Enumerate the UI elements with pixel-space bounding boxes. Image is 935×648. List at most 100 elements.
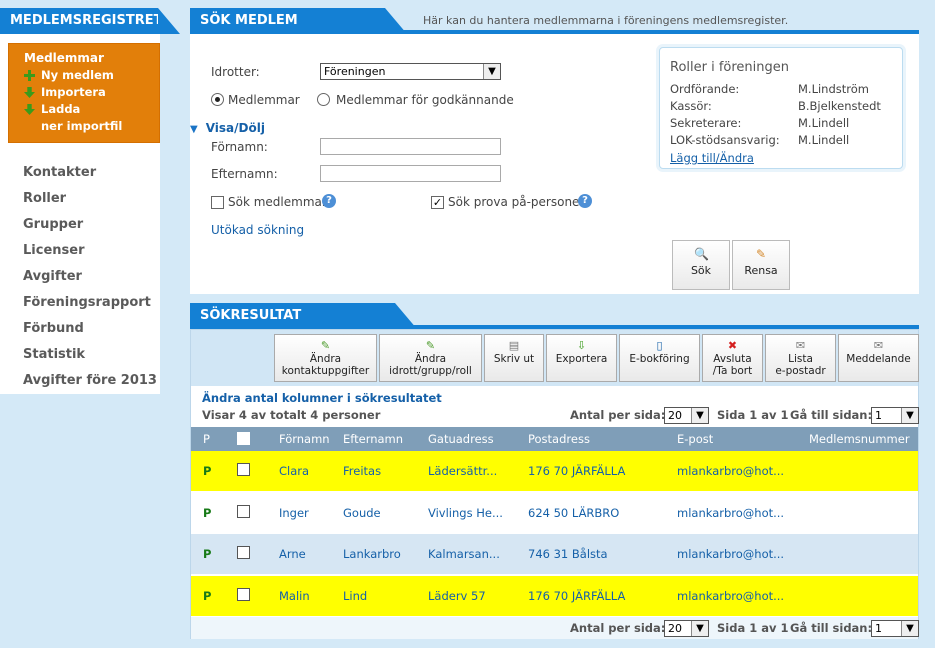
col-firstname[interactable]: Förnamn — [279, 432, 330, 446]
cell-first[interactable]: Inger — [279, 506, 309, 520]
sidebar-item-licenser[interactable]: Licenser — [8, 238, 158, 264]
search-button[interactable]: 🔍 Sök — [672, 240, 730, 290]
eraser-icon: ✎ — [755, 247, 767, 261]
cell-first[interactable]: Arne — [279, 547, 306, 561]
per-page-label: Antal per sida: — [570, 408, 666, 422]
cell-email[interactable]: mlankarbro@hot... — [677, 506, 784, 520]
row-checkbox[interactable] — [237, 463, 250, 476]
row-checkbox[interactable] — [237, 504, 250, 518]
cell-post[interactable]: 176 70 JÄRFÄLLA — [528, 589, 625, 603]
cell-email[interactable]: mlankarbro@hot... — [677, 547, 784, 561]
col-p[interactable]: P — [203, 432, 210, 446]
radio-pending[interactable] — [317, 93, 330, 106]
goto-select[interactable]: 1 ▼ — [871, 407, 919, 424]
cell-post[interactable]: 746 31 Bålsta — [528, 547, 608, 561]
sport-select[interactable]: Föreningen ▼ — [320, 63, 501, 80]
table-row[interactable]: P Arne Lankarbro Kalmarsan... 746 31 Bålsta m… — [191, 534, 918, 574]
cell-street[interactable]: Läderv 57 — [428, 589, 486, 603]
select-all-checkbox[interactable] — [237, 432, 250, 445]
export-button[interactable]: ⇩ Exportera — [546, 334, 617, 382]
radio-members[interactable] — [211, 93, 224, 106]
lastname-input[interactable] — [320, 165, 501, 182]
page-indicator: Sida 1 av 1 — [717, 621, 789, 635]
table-row[interactable]: P Inger Goude Vivlings He... 624 50 LÄRBRO ml… — [191, 492, 918, 533]
edit-contact-button[interactable]: ✎ Ändra kontaktuppgifter — [274, 334, 377, 382]
sidebar-item-statistik[interactable]: Statistik — [8, 342, 158, 368]
clear-button[interactable]: ✎ Rensa — [732, 240, 790, 290]
cell-post[interactable]: 176 70 JÄRFÄLLA — [528, 464, 625, 478]
role-label: Sekreterare: — [670, 116, 742, 130]
lastname-label: Efternamn: — [211, 167, 278, 181]
col-postal[interactable]: Postadress — [528, 432, 590, 446]
sidebar-item-avgifter[interactable]: Avgifter — [8, 264, 158, 290]
sidebar-item-kontakter[interactable]: Kontakter — [8, 160, 158, 186]
cell-last[interactable]: Goude — [343, 506, 381, 520]
col-member-number[interactable]: Medlemsnummer — [809, 432, 910, 446]
e-accounting-button[interactable]: ▯ E-bokföring — [619, 334, 700, 382]
per-page-select-bottom[interactable]: 20 ▼ — [664, 620, 709, 637]
firstname-input[interactable] — [320, 138, 501, 155]
edit-sport-group-role-button[interactable]: ✎ Ändra idrott/grupp/roll — [379, 334, 482, 382]
cell-last[interactable]: Lind — [343, 589, 367, 603]
radio-pending-label: Medlemmar för godkännande — [336, 93, 514, 107]
chevron-down-icon: ▼ — [483, 64, 500, 79]
row-checkbox[interactable] — [237, 546, 250, 559]
cell-last[interactable]: Lankarbro — [343, 547, 401, 561]
role-label: LOK-stödsansvarig: — [670, 133, 780, 147]
sidebar-item-grupper[interactable]: Grupper — [8, 212, 158, 238]
cell-street[interactable]: Kalmarsan... — [428, 547, 500, 561]
import-link[interactable]: Importera — [24, 84, 159, 101]
mail-icon: ✉ — [795, 339, 806, 352]
download-icon — [24, 87, 35, 98]
toggle-show-hide[interactable]: ▼ Visa/Dölj — [190, 121, 265, 135]
search-trial-checkbox[interactable]: ✓ — [431, 196, 444, 209]
help-icon[interactable]: ? — [578, 194, 592, 208]
sport-label: Idrotter: — [211, 65, 260, 79]
per-page-select[interactable]: 20 ▼ — [664, 407, 709, 424]
row-checkbox[interactable] — [237, 587, 250, 601]
sidebar-nav: Kontakter Roller Grupper Licenser Avgift… — [8, 160, 158, 394]
cell-street[interactable]: Vivlings He... — [428, 506, 503, 520]
col-lastname[interactable]: Efternamn — [343, 432, 403, 446]
cell-last[interactable]: Freitas — [343, 464, 381, 478]
sidebar-item-medlemmar[interactable]: Medlemmar — [24, 51, 159, 65]
message-button[interactable]: ✉ Meddelande — [838, 334, 919, 382]
sidebar-item-foreningsrapport[interactable]: Föreningsrapport — [8, 290, 158, 316]
extended-search-link[interactable]: Utökad sökning — [211, 223, 304, 237]
cell-p: P — [203, 505, 212, 520]
page-title: SÖK MEDLEM — [200, 13, 298, 28]
table-row[interactable]: P Clara Freitas Lädersättr... 176 70 JÄRFÄLL… — [191, 451, 918, 491]
end-remove-button[interactable]: ✖ Avsluta/Ta bort — [702, 334, 763, 382]
page-description: Här kan du hantera medlemmarna i förenin… — [423, 14, 789, 27]
firstname-label: Förnamn: — [211, 140, 268, 154]
download-import-file-link-cont[interactable]: ner importfil — [24, 118, 159, 135]
sidebar-item-forbund[interactable]: Förbund — [8, 316, 158, 342]
list-emails-button[interactable]: ✉ Lista e-postadr — [765, 334, 836, 382]
cell-email[interactable]: mlankarbro@hot... — [677, 589, 784, 603]
add-change-roles-link[interactable]: Lägg till/Ändra — [670, 151, 754, 165]
sidebar-item-roller[interactable]: Roller — [8, 186, 158, 212]
cell-first[interactable]: Clara — [279, 464, 309, 478]
col-email[interactable]: E-post — [677, 432, 713, 446]
search-members-checkbox[interactable] — [211, 196, 224, 209]
results-title: SÖKRESULTAT — [200, 308, 302, 323]
role-label: Kassör: — [670, 99, 712, 113]
goto-label: Gå till sidan: — [790, 621, 873, 635]
goto-select-bottom[interactable]: 1 ▼ — [871, 620, 919, 637]
cell-email[interactable]: mlankarbro@hot... — [677, 464, 784, 478]
roles-box: Roller i föreningen Ordförande: M.Lindst… — [659, 47, 903, 169]
delete-icon: ✖ — [727, 339, 738, 352]
col-street[interactable]: Gatuadress — [428, 432, 494, 446]
pencil-icon: ✎ — [320, 339, 331, 352]
download-import-file-link[interactable]: Ladda — [24, 101, 159, 118]
help-icon[interactable]: ? — [322, 194, 336, 208]
table-row[interactable]: P Malin Lind Läderv 57 176 70 JÄRFÄLLA mlanka… — [191, 575, 918, 616]
print-button[interactable]: ▤ Skriv ut — [484, 334, 544, 382]
change-columns-link[interactable]: Ändra antal kolumner i sökresultatet — [202, 391, 442, 405]
cell-first[interactable]: Malin — [279, 589, 310, 603]
cell-post[interactable]: 624 50 LÄRBRO — [528, 506, 619, 520]
book-icon: ▯ — [656, 339, 663, 352]
new-member-link[interactable]: Ny medlem — [24, 67, 159, 84]
sidebar-item-avgifter-fore-2013[interactable]: Avgifter före 2013 — [8, 368, 158, 394]
cell-street[interactable]: Lädersättr... — [428, 464, 497, 478]
